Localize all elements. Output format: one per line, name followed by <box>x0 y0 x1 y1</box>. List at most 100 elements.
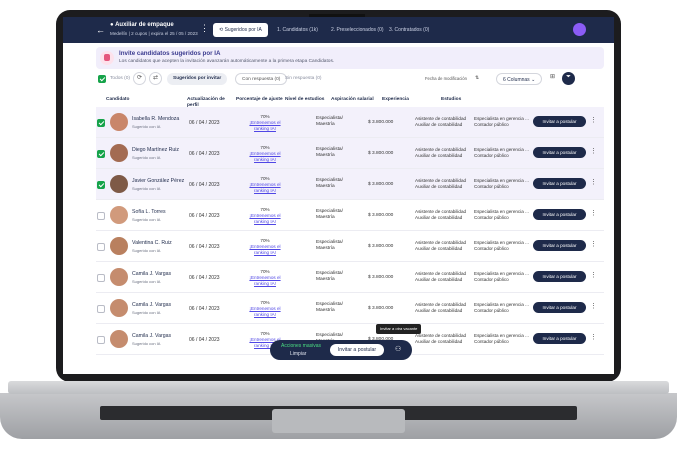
trackpad <box>272 409 405 433</box>
row-checkbox[interactable] <box>97 212 105 220</box>
invite-button[interactable]: Invitar a postular <box>533 302 586 313</box>
train-ranking-link[interactable]: ¡Entrenemos el ranking IA! <box>249 306 280 317</box>
train-ranking-link[interactable]: ¡Entrenemos el ranking IA! <box>249 213 280 224</box>
refresh-icon[interactable]: ⟳ <box>133 72 146 85</box>
avatar <box>110 330 128 348</box>
experience: Asistente de contabilidad Auxiliar de co… <box>415 209 467 220</box>
table-row[interactable]: Sofía L. Torres Sugerido con IA 06 / 04 … <box>96 200 604 231</box>
invite-button[interactable]: Invitar a postular <box>533 333 586 344</box>
candidate-name[interactable]: Camila J. Vargas <box>132 271 171 277</box>
header-salary: Aspiración salarial <box>331 97 374 102</box>
salary: $ 3.800.000 <box>368 275 394 280</box>
avatar <box>110 113 128 131</box>
candidate-name[interactable]: Diego Martínez Ruiz <box>132 147 179 153</box>
grid-view-icon[interactable]: ⊞ <box>546 72 559 85</box>
mass-invite-button[interactable]: Invitar a postular <box>330 344 384 356</box>
row-more-icon[interactable]: ⋮ <box>590 240 597 248</box>
train-ranking-link[interactable]: ¡Entrenemos el ranking IA! <box>249 275 280 286</box>
suggested-filter-button[interactable]: Sugeridos por invitar <box>167 73 228 85</box>
experience: Asistente de contabilidad Auxiliar de co… <box>415 271 467 282</box>
ai-source-label: Sugerido con IA <box>132 186 161 191</box>
all-filter-label[interactable]: Todos (0) <box>110 73 130 85</box>
sort-direction-icon[interactable]: ⇅ <box>475 73 479 85</box>
studies: Especialista en gerencia ... Contador pú… <box>474 271 529 282</box>
candidate-name[interactable]: Sofía L. Torres <box>132 209 166 215</box>
more-menu-icon[interactable]: ⋮ <box>200 23 209 34</box>
person-icon[interactable]: ⚇ <box>395 345 401 353</box>
job-subtitle: Medellín | 2 cupos | expira el 25 / 05 /… <box>110 31 198 36</box>
columns-dropdown[interactable]: 6 Columnas ⌄ <box>496 73 543 85</box>
salary: $ 3.800.000 <box>368 151 394 156</box>
invite-button[interactable]: Invitar a postular <box>533 178 586 189</box>
studies: Especialista en gerencia ... Contador pú… <box>474 333 529 344</box>
row-more-icon[interactable]: ⋮ <box>590 333 597 341</box>
candidate-name[interactable]: Camila J. Vargas <box>132 333 171 339</box>
tab-suggested-ai[interactable]: ⟲ Sugeridos por IA <box>213 23 268 37</box>
invite-button[interactable]: Invitar a postular <box>533 147 586 158</box>
filter-icon[interactable]: ⏷ <box>562 72 575 85</box>
row-checkbox[interactable] <box>97 336 105 344</box>
row-checkbox[interactable] <box>97 274 105 282</box>
back-arrow-icon[interactable]: ← <box>96 25 105 35</box>
train-ranking-link[interactable]: ¡Entrenemos el ranking IA! <box>249 244 280 255</box>
candidate-name[interactable]: Javier González Pérez <box>132 178 184 184</box>
study-level: Especialista/ Maestría <box>316 116 343 127</box>
profile-update-date: 06 / 04 / 2023 <box>189 337 220 343</box>
experience: Asistente de contabilidad Auxiliar de co… <box>415 333 467 344</box>
profile-update-date: 06 / 04 / 2023 <box>189 120 220 126</box>
train-ranking-link[interactable]: ¡Entrenemos el ranking IA! <box>249 151 280 162</box>
table-row[interactable]: Isabella R. Mendoza Sugerido con IA 06 /… <box>96 107 604 138</box>
header-candidate: Candidato <box>106 97 130 102</box>
fit-percentage: 70% ¡Entrenemos el ranking IA! <box>242 176 288 194</box>
row-checkbox[interactable] <box>97 181 105 189</box>
fit-value: 70% <box>260 331 270 336</box>
ai-source-label: Sugerido con IA <box>132 341 161 346</box>
sort-dropdown[interactable]: Fecha de modificación <box>425 73 467 85</box>
fit-percentage: 70% ¡Entrenemos el ranking IA! <box>242 269 288 287</box>
candidate-name[interactable]: Isabella R. Mendoza <box>132 116 179 122</box>
row-more-icon[interactable]: ⋮ <box>590 302 597 310</box>
row-more-icon[interactable]: ⋮ <box>590 147 597 155</box>
row-checkbox[interactable] <box>97 150 105 158</box>
experience: Asistente de contabilidad Auxiliar de co… <box>415 147 467 158</box>
clear-button[interactable]: Limpiar <box>290 351 306 357</box>
ai-source-label: Sugerido con IA <box>132 155 161 160</box>
without-answer-filter[interactable]: Sin respuesta (0) <box>279 73 328 85</box>
banner-title: Invite candidatos sugeridos por IA <box>119 50 221 57</box>
table-row[interactable]: Javier González Pérez Sugerido con IA 06… <box>96 169 604 200</box>
profile-update-date: 06 / 04 / 2023 <box>189 213 220 219</box>
row-checkbox[interactable] <box>97 305 105 313</box>
invite-button[interactable]: Invitar a postular <box>533 240 586 251</box>
invite-button[interactable]: Invitar a postular <box>533 209 586 220</box>
row-checkbox[interactable] <box>97 243 105 251</box>
studies: Especialista en gerencia ... Contador pú… <box>474 178 529 189</box>
tab-preselected[interactable]: 2. Preseleccionados (0) <box>325 23 390 37</box>
laptop-hinge <box>8 381 669 394</box>
fit-value: 70% <box>260 238 270 243</box>
header-study-level: Nivel de estudios <box>285 97 325 102</box>
user-avatar[interactable] <box>573 23 586 36</box>
row-more-icon[interactable]: ⋮ <box>590 116 597 124</box>
studies: Especialista en gerencia ... Contador pú… <box>474 116 529 127</box>
table-row[interactable]: Camila J. Vargas Sugerido con IA 06 / 04… <box>96 262 604 293</box>
table-row[interactable]: Valentina C. Ruiz Sugerido con IA 06 / 0… <box>96 231 604 262</box>
fit-percentage: 70% ¡Entrenemos el ranking IA! <box>242 145 288 163</box>
invite-button[interactable]: Invitar a postular <box>533 271 586 282</box>
salary: $ 3.800.000 <box>368 306 394 311</box>
table-row[interactable]: Camila J. Vargas Sugerido con IA 06 / 04… <box>96 293 604 324</box>
select-all-checkbox[interactable] <box>98 75 106 83</box>
table-row[interactable]: Diego Martínez Ruiz Sugerido con IA 06 /… <box>96 138 604 169</box>
train-ranking-link[interactable]: ¡Entrenemos el ranking IA! <box>249 182 280 193</box>
row-more-icon[interactable]: ⋮ <box>590 209 597 217</box>
sync-icon[interactable]: ⇄ <box>149 72 162 85</box>
invite-button[interactable]: Invitar a postular <box>533 116 586 127</box>
row-more-icon[interactable]: ⋮ <box>590 178 597 186</box>
fit-value: 70% <box>260 114 270 119</box>
tab-hired[interactable]: 3. Contratados (0) <box>383 23 435 37</box>
candidate-name[interactable]: Camila J. Vargas <box>132 302 171 308</box>
candidate-name[interactable]: Valentina C. Ruiz <box>132 240 172 246</box>
row-more-icon[interactable]: ⋮ <box>590 271 597 279</box>
train-ranking-link[interactable]: ¡Entrenemos el ranking IA! <box>249 120 280 131</box>
tab-candidates[interactable]: 1. Candidatos (1k) <box>271 23 324 37</box>
row-checkbox[interactable] <box>97 119 105 127</box>
